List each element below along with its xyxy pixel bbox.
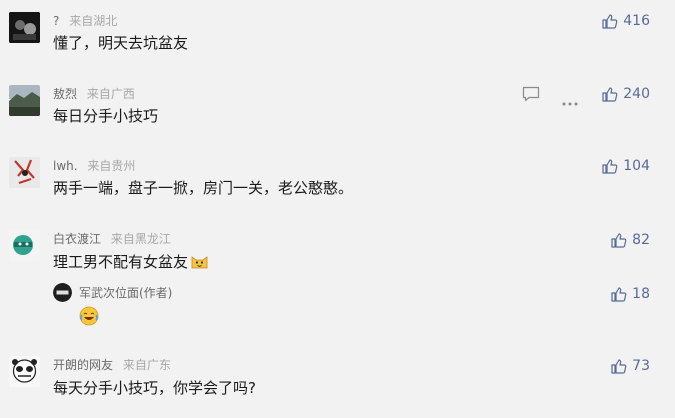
comment-text: 两手一端，盘子一掀，房门一关，老公憨憨。 bbox=[53, 179, 354, 197]
like-button[interactable]: 240 bbox=[601, 85, 650, 103]
crying-laughing-emoji-icon bbox=[79, 306, 99, 326]
comment-item: 白衣渡江 来自黑龙江 理工男不配有女盆友 82 军武次位面(作者) 18 bbox=[0, 230, 675, 335]
comment-meta: 白衣渡江 来自黑龙江 bbox=[53, 231, 171, 247]
location: 来自湖北 bbox=[69, 14, 118, 28]
comment-text-content: 理工男不配有女盆友 bbox=[53, 253, 189, 271]
thumbs-up-icon bbox=[611, 358, 627, 374]
location: 来自广东 bbox=[122, 358, 171, 372]
comment-item: ? 来自湖北 懂了，明天去坑盆友 416 bbox=[0, 12, 675, 62]
thumbs-up-icon bbox=[611, 232, 627, 248]
comment-text: 每天分手小技巧，你学会了吗? bbox=[53, 379, 256, 397]
more-button[interactable] bbox=[562, 91, 578, 110]
thumbs-up-icon bbox=[602, 158, 618, 174]
like-count: 18 bbox=[632, 286, 650, 302]
like-button[interactable]: 73 bbox=[610, 357, 650, 375]
like-count: 240 bbox=[623, 86, 650, 102]
location: 来自广西 bbox=[86, 87, 135, 101]
nickname[interactable]: lwh. bbox=[53, 159, 78, 173]
cat-emoji-icon bbox=[191, 256, 208, 269]
author-nickname[interactable]: 军武次位面(作者) bbox=[79, 286, 172, 300]
comment-item: lwh. 来自贵州 两手一端，盘子一掀，房门一关，老公憨憨。 104 bbox=[0, 157, 675, 207]
like-count: 82 bbox=[632, 232, 650, 248]
author-avatar[interactable] bbox=[53, 283, 72, 302]
nickname[interactable]: 白衣渡江 bbox=[53, 232, 101, 246]
location: 来自黑龙江 bbox=[110, 232, 171, 246]
comment-meta: lwh. 来自贵州 bbox=[53, 158, 135, 174]
comment-meta: ? 来自湖北 bbox=[53, 13, 117, 29]
comment-meta: 敖烈 来自广西 bbox=[53, 86, 135, 102]
thumbs-up-icon bbox=[602, 86, 618, 102]
avatar[interactable] bbox=[9, 356, 40, 387]
avatar[interactable] bbox=[9, 85, 40, 116]
like-count: 73 bbox=[632, 358, 650, 374]
comment-item: 敖烈 来自广西 每日分手小技巧 240 bbox=[0, 85, 675, 135]
nickname[interactable]: 敖烈 bbox=[53, 87, 77, 101]
like-button[interactable]: 18 bbox=[610, 285, 650, 303]
nickname[interactable]: ? bbox=[53, 14, 59, 28]
location: 来自贵州 bbox=[87, 159, 136, 173]
avatar[interactable] bbox=[9, 230, 40, 261]
author-reply: 军武次位面(作者) 18 bbox=[0, 283, 675, 333]
like-button[interactable]: 104 bbox=[601, 157, 650, 175]
thumbs-up-icon bbox=[602, 13, 618, 29]
like-count: 104 bbox=[623, 158, 650, 174]
comment-text: 理工男不配有女盆友 bbox=[53, 252, 209, 272]
comment-item: 开朗的网友 来自广东 每天分手小技巧，你学会了吗? 73 bbox=[0, 356, 675, 406]
nickname[interactable]: 开朗的网友 bbox=[53, 358, 113, 372]
comment-icon bbox=[522, 86, 540, 102]
like-button[interactable]: 82 bbox=[610, 231, 650, 249]
comment-text: 每日分手小技巧 bbox=[53, 107, 159, 125]
like-count: 416 bbox=[623, 13, 650, 29]
comment-meta: 开朗的网友 来自广东 bbox=[53, 357, 171, 373]
like-button[interactable]: 416 bbox=[601, 12, 650, 30]
comment-text: 懂了，明天去坑盆友 bbox=[53, 34, 189, 52]
reply-meta: 军武次位面(作者) bbox=[79, 285, 172, 301]
comment-button[interactable] bbox=[522, 86, 540, 106]
avatar[interactable] bbox=[9, 12, 40, 43]
avatar[interactable] bbox=[9, 157, 40, 188]
reply-emoji bbox=[79, 306, 99, 330]
more-icon bbox=[562, 102, 578, 106]
thumbs-up-icon bbox=[611, 286, 627, 302]
